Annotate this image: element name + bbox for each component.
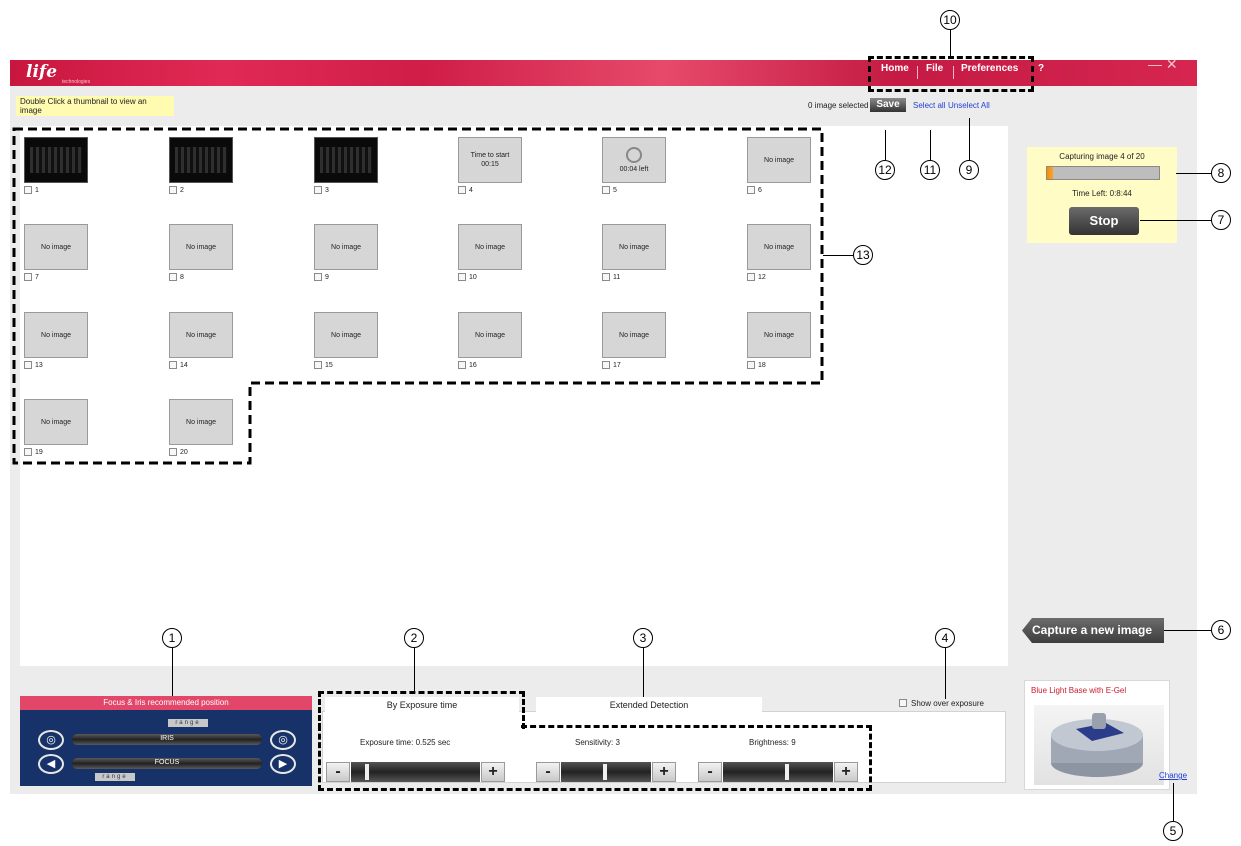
callout-4: 4 [935,628,955,648]
callout-2: 2 [404,628,424,648]
callout-7: 7 [1211,210,1231,230]
callout-13: 13 [853,245,873,265]
callout-line [1176,173,1212,175]
callout-line [930,130,932,160]
callout-10: 10 [940,10,960,30]
callout-11: 11 [920,160,940,180]
callout-5: 5 [1163,821,1183,841]
callout-line [885,130,887,160]
callout-12: 12 [875,160,895,180]
callout-line [823,255,853,257]
callout-9: 9 [959,160,979,180]
callout-1: 1 [162,628,182,648]
callout-line [945,648,947,699]
callout-line [414,648,416,691]
callout-line [969,118,971,160]
callout-line [172,648,174,696]
thumbnail-grid-highlight [12,127,824,465]
callout-line [950,30,952,58]
callout-line [1164,630,1212,632]
callout-3: 3 [633,628,653,648]
callout-8: 8 [1211,163,1231,183]
callout-line [1173,783,1175,821]
callout-line [1140,220,1212,222]
callout-line [643,648,645,697]
callout-6: 6 [1211,620,1231,640]
